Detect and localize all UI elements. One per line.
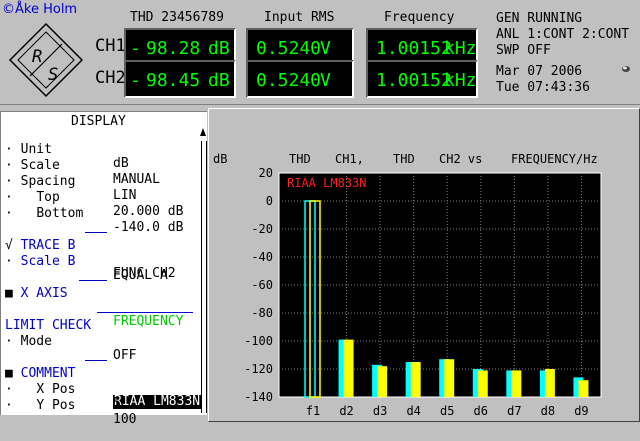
y-tick-label: -20 xyxy=(251,222,273,236)
title-part-2: CH1, xyxy=(335,152,364,166)
x-tick-label: d8 xyxy=(541,404,555,418)
ch2-rms-display: 0.5240 V xyxy=(246,60,354,98)
title-part-3: THD xyxy=(393,152,415,166)
chart-comment: RIAA LM833N xyxy=(287,176,366,190)
bottom-label: · Bottom xyxy=(5,206,84,221)
x-tick-label: d6 xyxy=(474,404,488,418)
freq-header: Frequency xyxy=(384,10,455,25)
display-settings-panel: DISPLAY · Unit dB · Scale MANUAL · Spaci… xyxy=(0,111,207,427)
bar-d9-s2 xyxy=(578,380,589,397)
x-tick-label: f1 xyxy=(306,404,320,418)
ch2-label: CH2 xyxy=(95,68,126,88)
status-header: ©Åke Holm R S CH1 CH2 THD 23456789 Input… xyxy=(0,0,640,104)
copyright-text: ©Åke Holm xyxy=(2,2,78,17)
x-tick-label: d4 xyxy=(406,404,420,418)
thd-header: THD 23456789 xyxy=(130,10,224,25)
mode-label: · Mode xyxy=(5,334,52,349)
ypos-value[interactable]: 100 xyxy=(113,413,136,427)
bar-d5-s2 xyxy=(444,359,455,397)
x-tick-label: d9 xyxy=(574,404,588,418)
title-part-4: CH2 vs xyxy=(439,152,482,166)
ypos-label: · Y Pos xyxy=(5,398,76,413)
ch2-freq-value: 1.00152 xyxy=(376,70,452,91)
x-axis-rule xyxy=(79,280,107,281)
ch2-thd-value: 98.45 xyxy=(146,70,201,91)
bar-d7-s2 xyxy=(511,370,522,397)
ch2-thd-sign: - xyxy=(130,70,141,91)
x-tick-label: d7 xyxy=(507,404,521,418)
x-tick-label: d5 xyxy=(440,404,454,418)
title-part-5: FREQUENCY/Hz xyxy=(511,152,598,166)
y-tick-label: 0 xyxy=(266,194,273,208)
y-tick-label: -140 xyxy=(244,390,273,404)
thd-chart[interactable]: dB THD CH1, THD CH2 vs FREQUENCY/Hz 20 0 -… xyxy=(209,109,639,421)
ch1-label: CH1 xyxy=(95,36,126,56)
anl-status: ANL 1:CONT 2:CONT xyxy=(496,27,630,42)
time-display: Tue 07:43:36 xyxy=(496,80,590,95)
y-tick-label: -60 xyxy=(251,278,273,292)
graph-window: dB THD CH1, THD CH2 vs FREQUENCY/Hz 20 0 -… xyxy=(208,108,640,422)
ch2-thd-unit: dB xyxy=(208,70,230,91)
bar-d4-s2 xyxy=(410,362,421,397)
svg-text:S: S xyxy=(48,65,58,85)
bar-d6-s2 xyxy=(477,370,488,397)
gen-status: GEN RUNNING xyxy=(496,11,583,26)
ch2-freq-unit: kHz xyxy=(444,70,477,91)
y-tick-label: -40 xyxy=(251,250,273,264)
svg-text:R: R xyxy=(32,47,42,67)
plot-area: 20 0 -20 -40 -60 -80 -100 -120 -140 f1 d2 d3 d4 d5 d6 d… xyxy=(244,166,602,418)
scroll-thumb[interactable] xyxy=(201,141,207,413)
y-axis-unit-label: dB xyxy=(213,152,227,166)
rs-logo-icon: R S xyxy=(6,20,86,100)
trace-b-rule xyxy=(85,232,107,233)
ypos-row[interactable]: · Y Pos 100 xyxy=(5,385,195,441)
y-tick-label: -80 xyxy=(251,306,273,320)
panel-scrollbar[interactable] xyxy=(199,127,207,413)
scroll-up-arrow-icon[interactable] xyxy=(199,127,207,137)
bar-d2-s2 xyxy=(343,339,354,397)
y-tick-label: -100 xyxy=(244,334,273,348)
comment-rule xyxy=(85,360,107,361)
rms-header: Input RMS xyxy=(264,10,335,25)
bar-d3-s2 xyxy=(377,366,388,397)
limit-check-rule xyxy=(97,312,193,313)
bar-d8-s2 xyxy=(544,369,555,397)
y-tick-label: -120 xyxy=(244,362,273,376)
ch2-rms-value: 0.5240 xyxy=(256,70,322,91)
date-display: Mar 07 2006 xyxy=(496,64,583,79)
y-tick-label: 20 xyxy=(259,166,273,180)
ch2-rms-unit: V xyxy=(320,70,331,91)
x-tick-label: d2 xyxy=(339,404,353,418)
x-axis-label: ■ X AXIS xyxy=(5,286,68,301)
square-bullet-icon: ■ xyxy=(5,286,13,301)
panel-title: DISPLAY xyxy=(71,114,126,129)
title-part-1: THD xyxy=(289,152,311,166)
indicator-icon xyxy=(622,66,630,72)
ch2-freq-display: 1.00152 kHz xyxy=(366,60,478,98)
ch2-thd-display: - 98.45 dB xyxy=(124,60,236,98)
swp-status: SWP OFF xyxy=(496,43,551,58)
scale-b-label: · Scale B xyxy=(5,254,76,269)
header-divider xyxy=(0,104,640,105)
x-tick-label: d3 xyxy=(373,404,387,418)
